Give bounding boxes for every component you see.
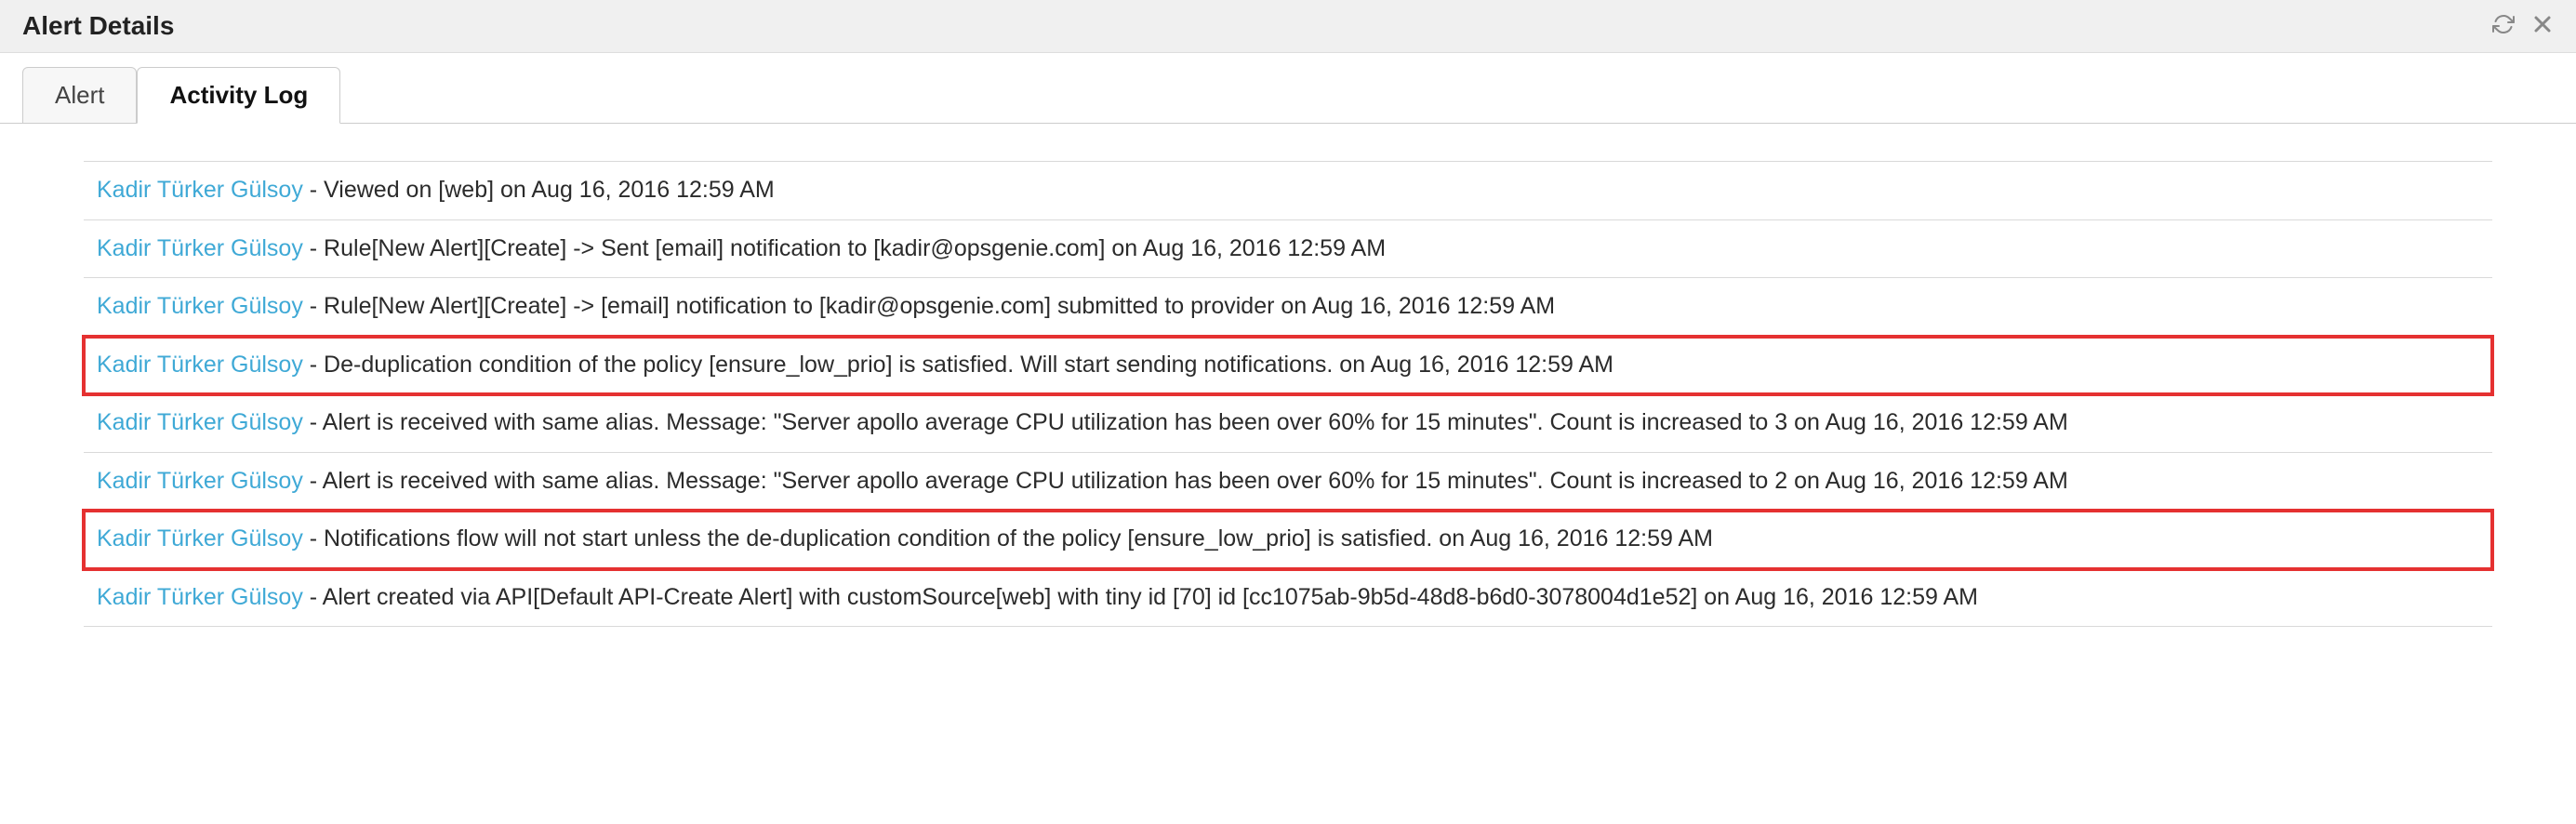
log-user-link[interactable]: Kadir Türker Gülsoy: [97, 177, 303, 203]
panel-title: Alert Details: [22, 11, 174, 41]
log-user-link[interactable]: Kadir Türker Gülsoy: [97, 409, 303, 435]
log-text: - Rule[New Alert][Create] -> Sent [email…: [303, 235, 1386, 261]
log-text: - Alert is received with same alias. Mes…: [303, 409, 2068, 435]
log-text: - Alert created via API[Default API-Crea…: [303, 584, 1978, 610]
panel-controls: [2492, 13, 2554, 39]
log-user-link[interactable]: Kadir Türker Gülsoy: [97, 235, 303, 261]
log-row: Kadir Türker Gülsoy - Notifications flow…: [84, 511, 2492, 569]
log-row: Kadir Türker Gülsoy - Rule[New Alert][Cr…: [84, 220, 2492, 279]
log-text: - De-duplication condition of the policy…: [303, 352, 1613, 378]
tabs-row: Alert Activity Log: [0, 53, 2576, 124]
log-user-link[interactable]: Kadir Türker Gülsoy: [97, 352, 303, 378]
log-row: Kadir Türker Gülsoy - De-duplication con…: [84, 337, 2492, 395]
log-user-link[interactable]: Kadir Türker Gülsoy: [97, 293, 303, 319]
activity-log: Kadir Türker Gülsoy - Viewed on [web] on…: [0, 124, 2576, 664]
log-user-link[interactable]: Kadir Türker Gülsoy: [97, 468, 303, 494]
log-row: Kadir Türker Gülsoy - Alert is received …: [84, 453, 2492, 512]
log-text: - Notifications flow will not start unle…: [303, 525, 1713, 552]
log-user-link[interactable]: Kadir Türker Gülsoy: [97, 525, 303, 552]
log-text: - Alert is received with same alias. Mes…: [303, 468, 2068, 494]
tabs: Alert Activity Log: [22, 66, 2554, 123]
tab-alert[interactable]: Alert: [22, 67, 137, 124]
tab-activity-log[interactable]: Activity Log: [137, 67, 340, 124]
close-icon[interactable]: [2531, 13, 2554, 39]
log-row: Kadir Türker Gülsoy - Alert is received …: [84, 394, 2492, 453]
refresh-icon[interactable]: [2492, 13, 2515, 39]
log-text: - Viewed on [web] on Aug 16, 2016 12:59 …: [303, 177, 775, 203]
panel-header: Alert Details: [0, 0, 2576, 53]
log-row: Kadir Türker Gülsoy - Alert created via …: [84, 569, 2492, 628]
log-text: - Rule[New Alert][Create] -> [email] not…: [303, 293, 1555, 319]
log-user-link[interactable]: Kadir Türker Gülsoy: [97, 584, 303, 610]
log-row: Kadir Türker Gülsoy - Viewed on [web] on…: [84, 161, 2492, 220]
log-row: Kadir Türker Gülsoy - Rule[New Alert][Cr…: [84, 278, 2492, 337]
